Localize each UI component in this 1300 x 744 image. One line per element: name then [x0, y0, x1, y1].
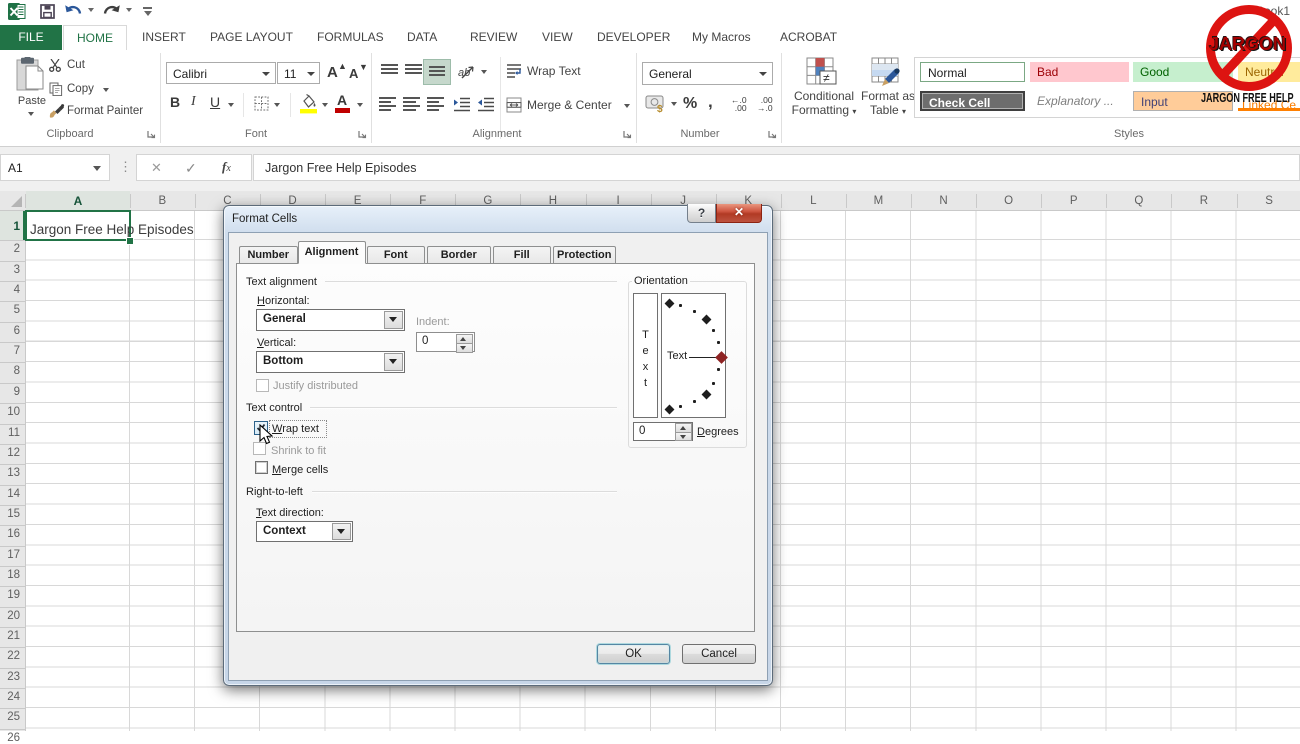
svg-text:ab: ab [458, 67, 470, 79]
svg-text:≠: ≠ [823, 71, 830, 85]
svg-text:$: $ [657, 104, 663, 114]
